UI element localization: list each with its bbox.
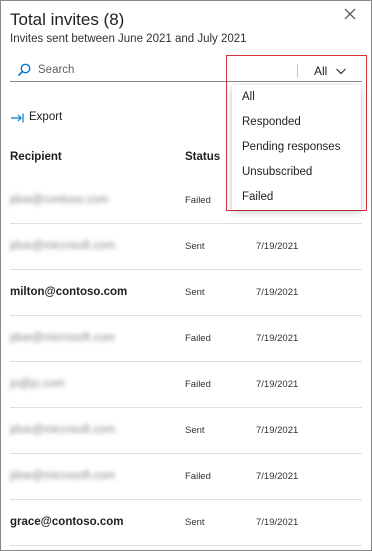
search-icon	[17, 63, 31, 77]
column-header-status: Status	[185, 151, 221, 163]
invite-status: Sent	[185, 425, 205, 436]
panel-title: Total invites (8)	[10, 10, 125, 29]
invite-date: 7/19/2021	[256, 333, 299, 344]
invite-date: 7/19/2021	[256, 379, 299, 390]
table-row[interactable]: grace@contoso.com Sent 7/19/2021	[10, 500, 362, 546]
filter-option-pending-responses[interactable]: Pending responses	[232, 135, 361, 160]
invite-status: Failed	[185, 195, 211, 206]
table-row[interactable]: jdoe@microsoft.com Sent 7/19/2021	[10, 224, 362, 270]
filter-option-responded[interactable]: Responded	[232, 110, 361, 135]
invite-status: Failed	[185, 333, 211, 344]
search-input[interactable]: Search	[38, 64, 74, 76]
invite-date: 7/19/2021	[256, 287, 299, 298]
recipient-email: jdoe@microsoft.com	[10, 424, 115, 436]
invite-status: Sent	[185, 517, 205, 528]
recipient-email: jo@jo.com	[10, 378, 65, 390]
invite-date: 7/19/2021	[256, 425, 299, 436]
table-row[interactable]: jo@jo.com Failed 7/19/2021	[10, 362, 362, 408]
invite-date: 7/19/2021	[256, 517, 299, 528]
recipient-email: jdoe@microsoft.com	[10, 332, 115, 344]
invite-date: 7/19/2021	[256, 241, 299, 252]
panel-subtitle: Invites sent between June 2021 and July …	[10, 33, 247, 45]
invite-status: Sent	[185, 287, 205, 298]
recipient-email: jdoe@microsoft.com	[10, 470, 115, 482]
table-row[interactable]: jdoe@microsoft.com Failed 7/19/2021	[10, 316, 362, 362]
filter-option-all[interactable]: All	[232, 85, 361, 110]
table-row[interactable]: milton@contoso.com Sent 7/19/2021	[10, 270, 362, 316]
recipient-email: jdoe@microsoft.com	[10, 240, 115, 252]
invite-date: 7/19/2021	[256, 471, 299, 482]
table-row[interactable]: jdoe@microsoft.com Failed 7/19/2021	[10, 454, 362, 500]
filter-dropdown-menu: All Responded Pending responses Unsubscr…	[232, 85, 361, 210]
column-header-recipient: Recipient	[10, 151, 62, 163]
recipient-email: milton@contoso.com	[10, 286, 128, 298]
filter-option-unsubscribed[interactable]: Unsubscribed	[232, 160, 361, 185]
invite-status: Failed	[185, 379, 211, 390]
export-icon	[11, 113, 24, 123]
filter-option-failed[interactable]: Failed	[232, 185, 361, 210]
table-row[interactable]: jdoe@microsoft.com Sent 7/19/2021	[10, 408, 362, 454]
recipient-email: grace@contoso.com	[10, 516, 124, 528]
invite-status: Sent	[185, 241, 205, 252]
recipient-email: jdoe@contoso.com	[10, 194, 109, 206]
export-label: Export	[29, 111, 63, 123]
invite-status: Failed	[185, 471, 211, 482]
close-icon[interactable]	[342, 6, 358, 22]
